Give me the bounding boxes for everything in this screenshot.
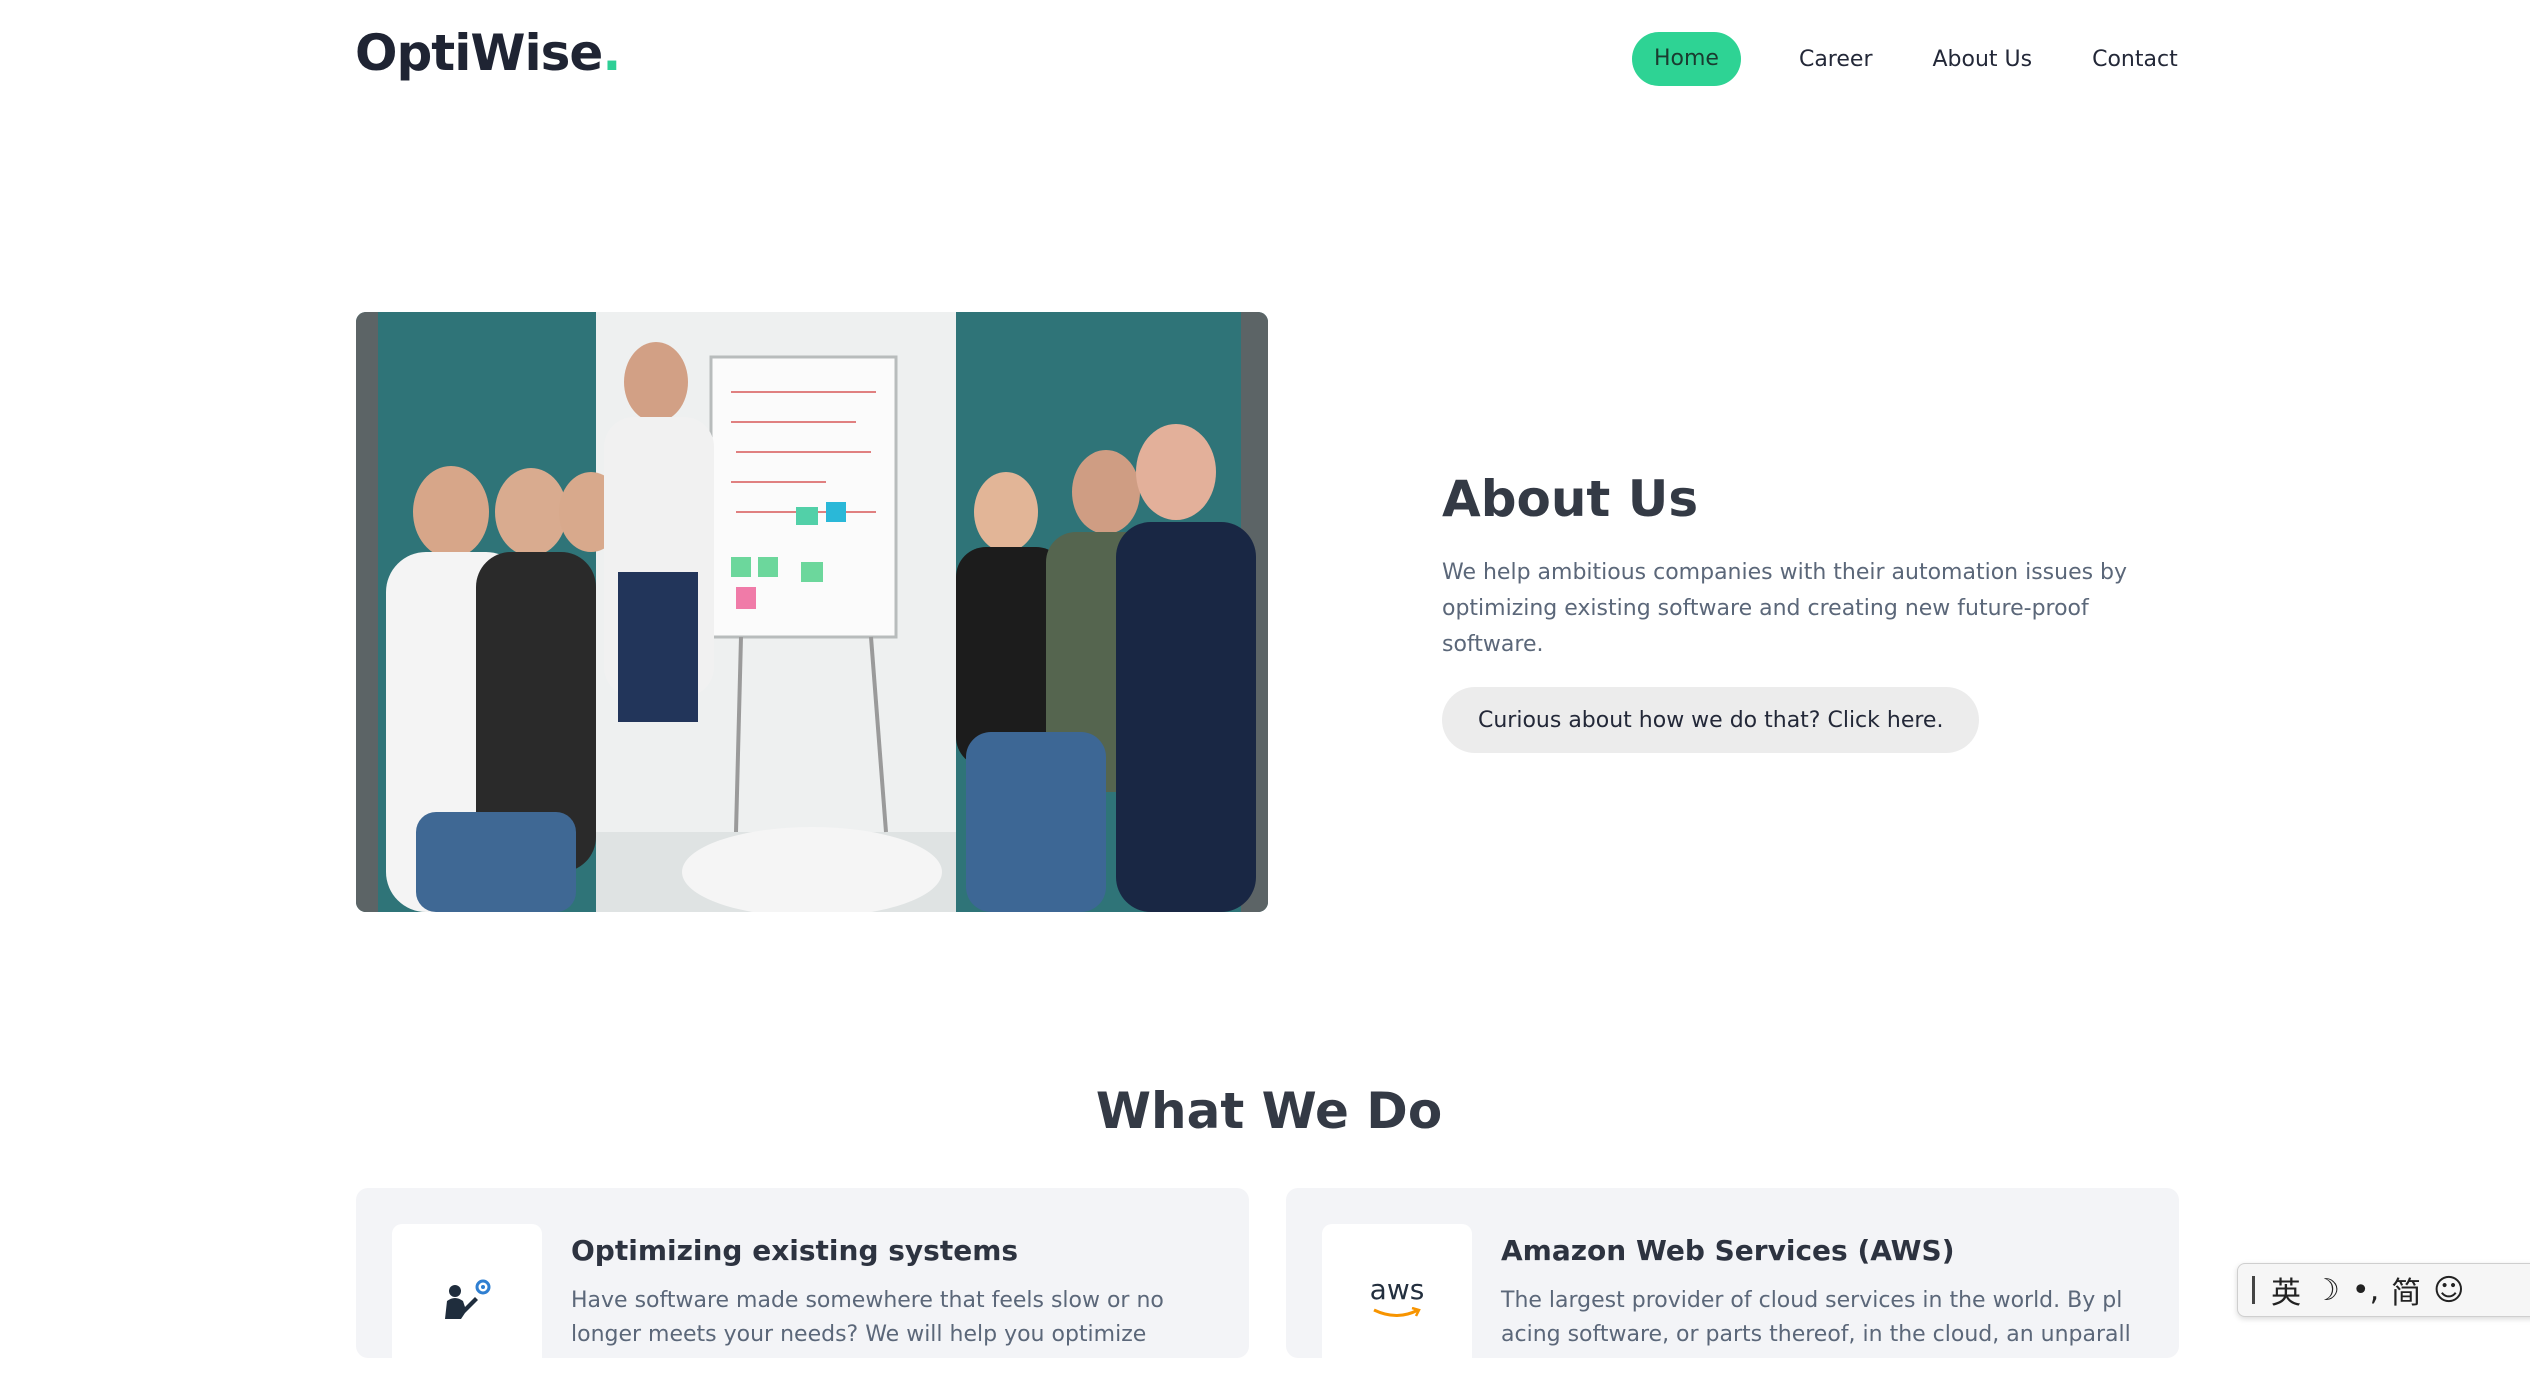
learn-more-button[interactable]: Curious about how we do that? Click here… — [1442, 687, 1980, 753]
emoji-icon[interactable]: ☺ — [2433, 1273, 2464, 1308]
aws-logo-icon: aws — [1369, 1272, 1425, 1323]
ime-toolbar: 英 ☽ •, 简 ☺ — [2237, 1263, 2530, 1317]
service-description: The largest provider of cloud services i… — [1501, 1284, 2141, 1352]
service-description-line: acing software, or parts thereof, in the… — [1501, 1322, 2131, 1347]
service-description: Have software made somewhere that feels … — [571, 1284, 1211, 1352]
about-description: We help ambitious companies with their a… — [1442, 560, 2128, 657]
what-we-do-heading: What We Do — [1095, 1082, 1443, 1140]
aws-logo-text: aws — [1369, 1272, 1425, 1306]
nav-home[interactable]: Home — [1632, 32, 1741, 86]
ime-simplified-toggle[interactable]: 简 — [2391, 1268, 2421, 1312]
ime-language-toggle[interactable]: 英 — [2271, 1268, 2301, 1312]
moon-icon[interactable]: ☽ — [2313, 1273, 2340, 1308]
service-description-line: Have software made somewhere that feels … — [571, 1288, 1164, 1313]
aws-smile-icon — [1373, 1306, 1421, 1317]
service-title: Optimizing existing systems — [571, 1234, 1019, 1267]
gear-person-icon — [445, 1279, 491, 1319]
service-icon-box: aws — [1322, 1224, 1472, 1374]
brand-name: OptiWise — [355, 24, 603, 82]
service-card-aws[interactable]: aws Amazon Web Services (AWS) The larges… — [1286, 1188, 2179, 1374]
brand-dot: . — [602, 24, 621, 82]
brand-logo[interactable]: OptiWise. — [355, 24, 621, 82]
ime-punctuation-toggle[interactable]: •, — [2352, 1273, 2379, 1308]
service-card-optimizing[interactable]: Optimizing existing systems Have softwar… — [356, 1188, 1249, 1374]
ime-drag-handle[interactable] — [2252, 1276, 2255, 1304]
nav-career[interactable]: Career — [1799, 47, 1873, 72]
service-description-line: longer meets your needs? We will help yo… — [571, 1322, 1147, 1347]
service-icon-box — [392, 1224, 542, 1374]
about-heading: About Us — [1442, 470, 1699, 528]
service-title: Amazon Web Services (AWS) — [1501, 1234, 1955, 1267]
team-photo — [356, 312, 1268, 912]
nav-about-us[interactable]: About Us — [1933, 47, 2033, 72]
main-nav: Home Career About Us Contact — [1632, 32, 2178, 86]
nav-contact[interactable]: Contact — [2092, 47, 2178, 72]
service-description-line: The largest provider of cloud services i… — [1501, 1288, 2123, 1313]
